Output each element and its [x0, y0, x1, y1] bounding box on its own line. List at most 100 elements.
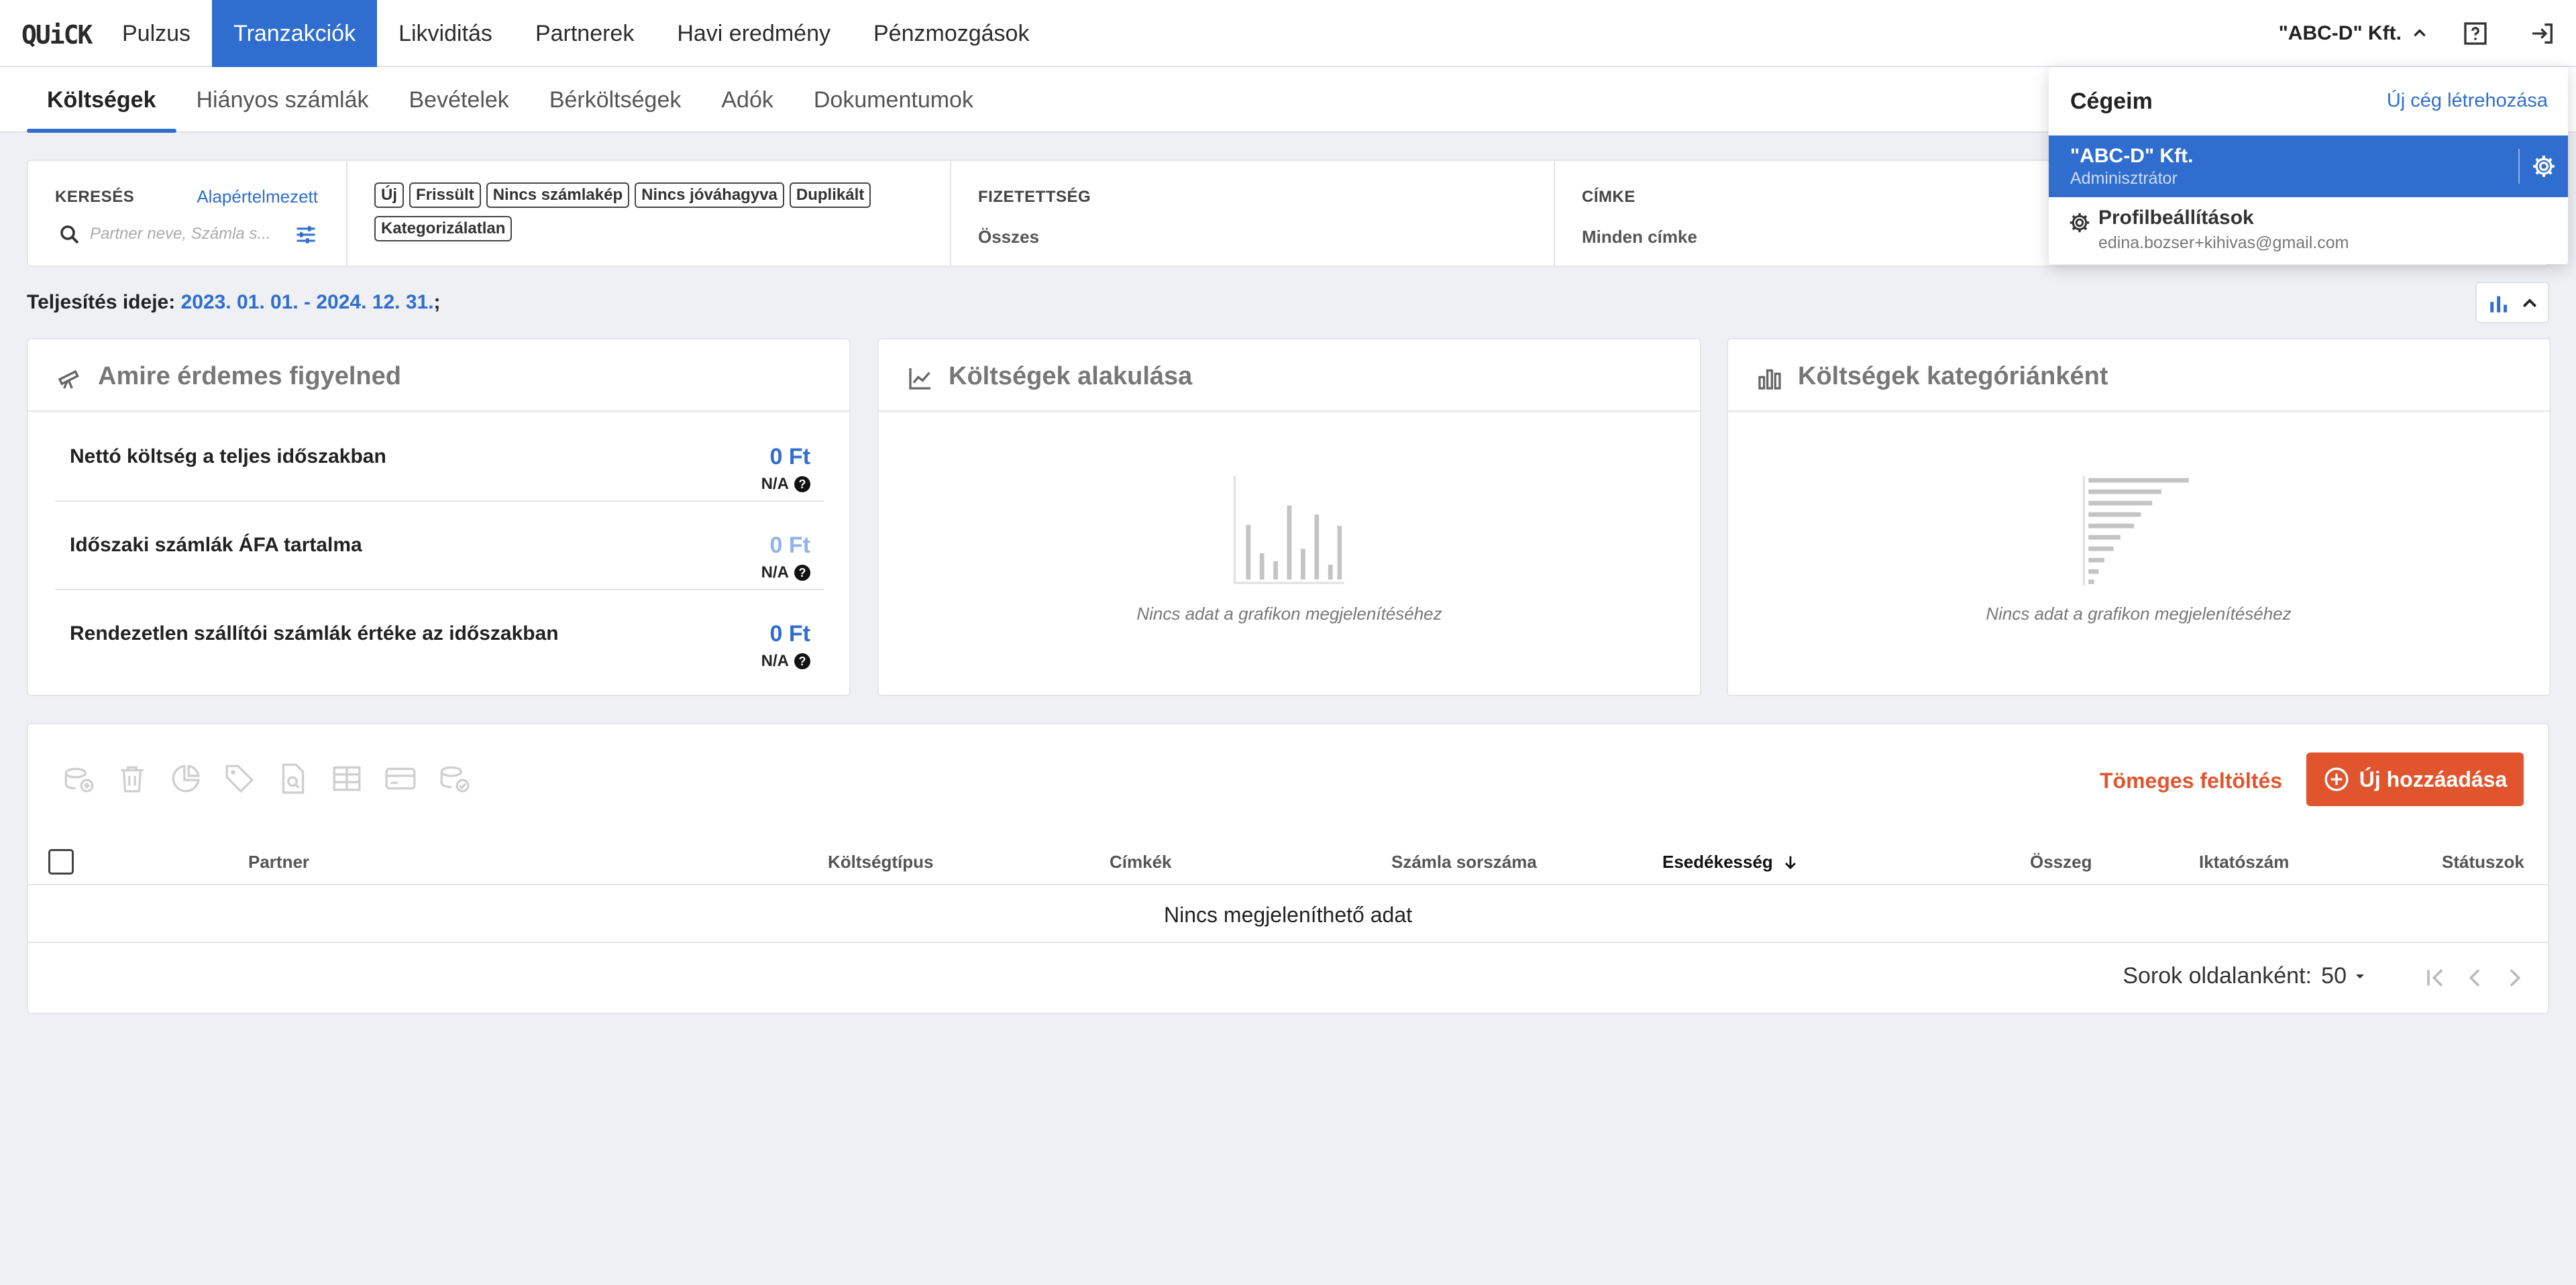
filter-settings-icon[interactable]	[294, 223, 318, 247]
tab-koltsegek[interactable]: Költségek	[27, 67, 176, 133]
metric-change-text: N/A	[761, 652, 789, 670]
company-item-abc-d[interactable]: "ABC-D" Kft. Adminisztrátor	[2049, 135, 2568, 197]
chip-frissult[interactable]: Frissült	[409, 182, 481, 208]
nav-havi-eredmeny[interactable]: Havi eredmény	[655, 0, 852, 67]
help-icon[interactable]	[2462, 20, 2489, 47]
tab-bevetelek[interactable]: Bevételek	[388, 67, 529, 133]
rows-per-page-label: Sorok oldalanként:	[2123, 963, 2312, 989]
column-filing-number[interactable]: Iktatószám	[2199, 852, 2289, 873]
empty-chart-message: Nincs adat a grafikon megjelenítéséhez	[1136, 604, 1442, 624]
document-search-icon[interactable]	[276, 762, 310, 795]
logout-icon[interactable]	[2529, 20, 2556, 47]
company-name: "ABC-D" Kft.	[2070, 145, 2194, 167]
help-icon[interactable]: ?	[794, 565, 810, 581]
search-icon	[60, 225, 79, 244]
coins-check-icon[interactable]	[437, 762, 471, 795]
tab-adok[interactable]: Adók	[701, 67, 794, 133]
column-statuses[interactable]: Státuszok	[2442, 852, 2524, 873]
nav-partnerek[interactable]: Partnerek	[514, 0, 655, 67]
previous-page-icon[interactable]	[2462, 964, 2489, 991]
gear-icon[interactable]	[2530, 153, 2557, 180]
column-due-date-label: Esedékesség	[1662, 852, 1773, 872]
company-switcher-label: "ABC-D" Kft.	[2278, 22, 2402, 44]
payment-filter[interactable]: FIZETETTSÉG Összes	[951, 161, 1555, 266]
column-tags[interactable]: Címkék	[1110, 852, 1172, 873]
card-trend-header: Költségek alakulása	[879, 339, 1700, 412]
column-invoice-number[interactable]: Számla sorszáma	[1391, 852, 1537, 873]
first-page-icon[interactable]	[2422, 964, 2449, 991]
create-company-link[interactable]: Új cég létrehozása	[2387, 90, 2548, 112]
app-logo[interactable]: QUiCK	[21, 20, 93, 50]
column-amount[interactable]: Összeg	[2030, 852, 2092, 873]
tab-berkoltsegek[interactable]: Bérköltségek	[529, 67, 702, 133]
chip-nincs-szamlakep[interactable]: Nincs számlakép	[486, 182, 630, 208]
help-icon[interactable]: ?	[794, 476, 810, 492]
tab-dokumentumok[interactable]: Dokumentumok	[794, 67, 994, 133]
column-cost-type[interactable]: Költségtípus	[828, 852, 933, 873]
bar-chart-icon	[2490, 296, 2508, 313]
metric-unsettled-invoices: Rendezetlen szállítói számlák értéke az …	[55, 590, 824, 679]
pagination: Sorok oldalanként: 50	[28, 943, 2548, 1013]
nav-penzmozgasok[interactable]: Pénzmozgások	[852, 0, 1051, 67]
table-icon[interactable]	[330, 762, 364, 795]
nav-likviditas[interactable]: Likviditás	[377, 0, 514, 67]
empty-bar-chart-icon	[1233, 476, 1344, 584]
metric-label: Időszaki számlák ÁFA tartalma	[70, 534, 362, 556]
search-title: KERESÉS	[55, 188, 135, 206]
chip-uj[interactable]: Új	[374, 182, 404, 208]
tab-hianyos-szamlak[interactable]: Hiányos számlák	[176, 67, 389, 133]
credit-card-icon[interactable]	[384, 762, 417, 795]
add-new-button[interactable]: Új hozzáadása	[2306, 752, 2524, 806]
rows-per-page-select[interactable]: 50	[2321, 963, 2368, 989]
reset-filters-link[interactable]: Alapértelmezett	[197, 186, 318, 207]
metric-net-cost: Nettó költség a teljes időszakban 0 Ft N…	[55, 413, 824, 502]
metric-vat-content: Időszaki számlák ÁFA tartalma 0 Ft N/A?	[55, 502, 824, 590]
line-chart-icon	[909, 368, 930, 390]
company-switcher[interactable]: "ABC-D" Kft.	[2279, 0, 2428, 67]
tag-icon[interactable]	[223, 762, 256, 795]
chip-kategorizalatlan[interactable]: Kategorizálatlan	[374, 216, 513, 241]
chevron-up-icon	[2414, 29, 2426, 37]
nav-tranzakciok[interactable]: Tranzakciók	[212, 0, 378, 67]
card-cost-trend: Költségek alakulása Nincs adat a grafiko…	[877, 338, 1701, 696]
card-trend-title: Költségek alakulása	[949, 362, 1193, 390]
bulk-action-toolbar	[62, 762, 471, 795]
add-payment-icon[interactable]	[62, 762, 95, 795]
company-dropdown: Cégeim Új cég létrehozása "ABC-D" Kft. A…	[2049, 67, 2568, 264]
caret-down-icon	[2356, 974, 2364, 979]
select-all-checkbox[interactable]	[48, 849, 74, 875]
search-input[interactable]	[90, 219, 291, 249]
bulk-upload-link[interactable]: Tömeges feltöltés	[2100, 769, 2282, 793]
table-header: Partner Költségtípus Címkék Számla sorsz…	[28, 838, 2548, 885]
divider	[2518, 149, 2520, 184]
pie-chart-icon[interactable]	[169, 762, 203, 795]
dropdown-title: Cégeim	[2070, 89, 2153, 114]
card-category-title: Költségek kategóriánként	[1798, 362, 2108, 390]
nav-pulzus[interactable]: Pulzus	[101, 0, 212, 67]
profile-settings-link[interactable]: Profilbeállítások	[2098, 207, 2254, 229]
tag-value: Minden címke	[1582, 227, 1697, 247]
next-page-icon[interactable]	[2501, 964, 2528, 991]
period-line: Teljesítés ideje: 2023. 01. 01. - 2024. …	[27, 291, 441, 314]
help-icon[interactable]: ?	[794, 653, 810, 669]
period-range[interactable]: 2023. 01. 01. - 2024. 12. 31.	[181, 291, 434, 313]
chip-nincs-jovahagyva[interactable]: Nincs jóváhagyva	[635, 182, 784, 208]
empty-horizontal-bar-chart-icon	[2082, 476, 2189, 585]
chevron-up-icon	[2522, 298, 2537, 308]
chip-duplikalt[interactable]: Duplikált	[789, 182, 871, 208]
column-partner[interactable]: Partner	[248, 852, 309, 873]
rows-per-page-value: 50	[2321, 963, 2347, 989]
payment-value: Összes	[978, 227, 1040, 247]
add-new-label: Új hozzáadása	[2359, 767, 2508, 791]
delete-icon[interactable]	[115, 762, 149, 795]
card-cost-categories: Költségek kategóriánként Nincs adat a gr…	[1727, 338, 2551, 696]
metric-value: 0 Ft	[769, 444, 810, 469]
metric-change: N/A?	[761, 475, 810, 494]
card-watch: Amire érdemes figyelned Nettó költség a …	[27, 338, 851, 696]
column-due-date[interactable]: Esedékesség	[1662, 852, 1800, 873]
period-suffix: ;	[433, 291, 441, 313]
arrow-down-icon	[1784, 856, 1796, 869]
status-filter: Új Frissült Nincs számlakép Nincs jóváha…	[347, 161, 951, 266]
chart-toggle-button[interactable]	[2475, 282, 2549, 323]
metric-change-text: N/A	[761, 563, 789, 581]
